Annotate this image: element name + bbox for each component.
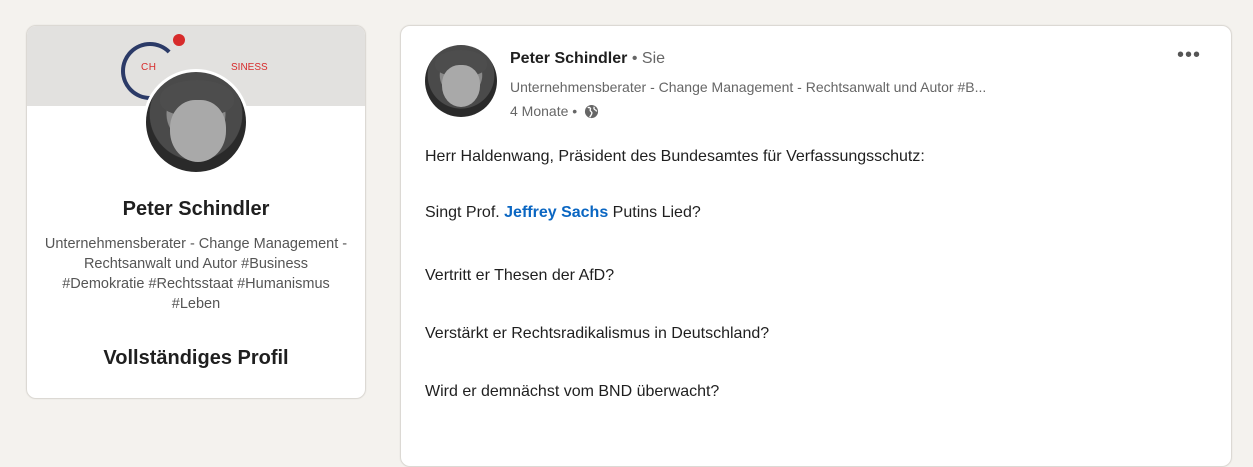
profile-avatar[interactable] [143, 69, 249, 175]
post-meta: 4 Monate • [510, 103, 599, 119]
post-author-relation: Sie [641, 50, 666, 67]
globe-icon [585, 104, 599, 119]
banner-logo-text-right: SINESS [231, 62, 268, 73]
post-text-line-2-suffix: Putins Lied? [612, 204, 701, 221]
post-author-avatar[interactable] [425, 45, 497, 117]
post-author-name[interactable]: Peter Schindler [510, 50, 627, 67]
post-card: Peter Schindler • Sie Unternehmensberate… [400, 25, 1232, 467]
post-author: Peter Schindler • Sie [510, 50, 665, 68]
profile-headline: Unternehmensberater - Change Management … [44, 236, 348, 312]
profile-name[interactable]: Peter Schindler [27, 198, 365, 221]
full-profile-link[interactable]: Vollständiges Profil [27, 347, 365, 370]
post-text-line-2: Singt Prof. Jeffrey Sachs Putins Lied? [425, 204, 701, 222]
post-text-line-2-prefix: Singt Prof. [425, 204, 500, 221]
post-text-line-4: Verstärkt er Rechtsradikalismus in Deuts… [425, 325, 770, 342]
post-text-line-5: Wird er demnächst vom BND überwacht? [425, 383, 720, 400]
post-mention-link[interactable]: Jeffrey Sachs [504, 204, 608, 221]
post-text-line-3: Vertritt er Thesen der AfD? [425, 267, 615, 284]
more-options-icon[interactable]: ••• [1171, 45, 1207, 68]
banner-logo-text-left: CH [141, 62, 157, 73]
post-author-headline: Unternehmensberater - Change Management … [510, 79, 987, 95]
post-meta-separator: • [572, 103, 578, 119]
profile-card: CH SINESS Peter Schindler Unternehmensbe… [26, 25, 366, 399]
post-text-line-1: Herr Haldenwang, Präsident des Bundesamt… [425, 148, 925, 165]
post-time: 4 Monate [510, 103, 569, 119]
post-author-separator: • [631, 50, 638, 67]
